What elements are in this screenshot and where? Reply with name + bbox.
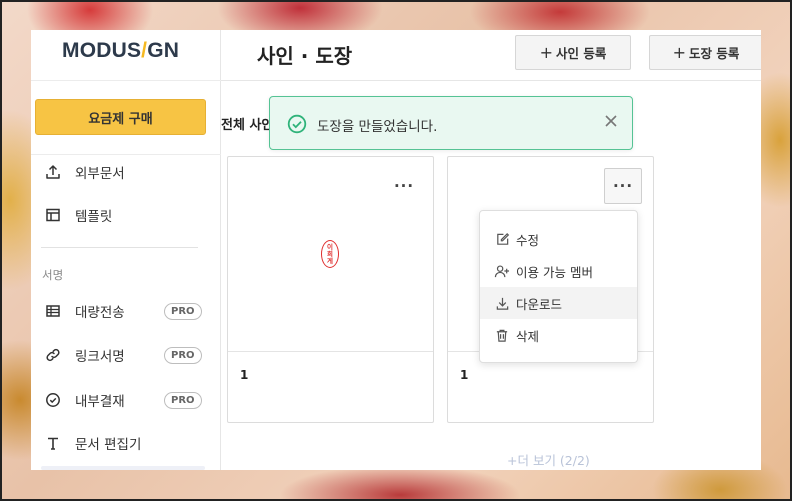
trash-icon (494, 327, 510, 343)
menu-item-edit[interactable]: 수정 (480, 223, 637, 255)
divider (31, 154, 221, 155)
plus-icon: + (672, 42, 687, 62)
add-sign-button[interactable]: + 사인 등록 (515, 35, 631, 70)
sidebar-item-external-docs[interactable]: 외부문서 (31, 157, 221, 187)
menu-item-download[interactable]: 다운로드 (480, 287, 637, 319)
template-icon (45, 207, 61, 223)
check-circle-icon (45, 392, 61, 408)
divider (41, 247, 198, 248)
logo-text-end: GN (147, 39, 180, 62)
context-menu: 수정 이용 가능 멤버 다운로드 삭제 (479, 210, 638, 363)
add-stamp-button[interactable]: + 도장 등록 (649, 35, 761, 70)
pro-badge: PRO (164, 391, 202, 409)
card-name: 1 (240, 368, 249, 382)
sidebar-item-internal-approval[interactable]: 내부결재 PRO (31, 385, 221, 415)
sidebar-item-link-sign[interactable]: 링크서명 PRO (31, 340, 221, 370)
page-title: 사인 · 도장 (257, 44, 353, 68)
stamp-card[interactable]: ··· 이 희 게 1 (227, 156, 434, 423)
sidebar-item-bulk-send[interactable]: 대량전송 PRO (31, 296, 221, 326)
text-icon (45, 435, 61, 451)
plus-icon: + (539, 42, 554, 62)
buy-plan-button[interactable]: 요금제 구매 (35, 99, 206, 135)
load-more-link[interactable]: +더 보기 (2/2) (507, 450, 590, 469)
sidebar-item-label: 링크서명 (75, 349, 125, 365)
more-options-button[interactable]: ··· (385, 168, 423, 204)
sidebar-item-label: 내부결재 (75, 394, 125, 410)
button-label: 도장 등록 (689, 46, 740, 61)
divider (31, 80, 221, 81)
more-options-button[interactable]: ··· (604, 168, 642, 204)
menu-item-label: 다운로드 (516, 296, 563, 312)
stamp-seal-image: 이 희 게 (321, 240, 339, 268)
success-toast: 도장을 만들었습니다. (269, 96, 633, 150)
page-header: 사인 · 도장 + 사인 등록 + 도장 등록 (221, 30, 761, 81)
sidebar-item-templates[interactable]: 템플릿 (31, 200, 221, 230)
edit-icon (494, 231, 510, 247)
card-preview: ··· 이 희 게 (228, 157, 433, 352)
table-icon (45, 303, 61, 319)
menu-item-label: 이용 가능 멤버 (516, 264, 593, 280)
sidebar: MODUS/GN 요금제 구매 외부문서 템플릿 서명 대량전송 PRO 링크서… (31, 30, 221, 470)
button-label: 사인 등록 (556, 46, 607, 61)
section-label: 서명 (42, 268, 64, 282)
menu-item-delete[interactable]: 삭제 (480, 319, 637, 351)
link-icon (45, 347, 61, 363)
sidebar-item-doc-editor[interactable]: 문서 편집기 (31, 428, 221, 458)
pro-badge: PRO (164, 302, 202, 320)
logo-text: MODUS (62, 39, 142, 62)
sidebar-active-indicator (41, 466, 205, 470)
sidebar-item-label: 대량전송 (75, 305, 125, 321)
seal-char: 게 (327, 256, 333, 265)
check-circle-icon (287, 114, 307, 134)
menu-item-label: 삭제 (516, 328, 540, 344)
sidebar-item-label: 템플릿 (75, 209, 113, 225)
card-name: 1 (460, 368, 469, 382)
sidebar-item-label: 외부문서 (75, 166, 125, 182)
logo[interactable]: MODUS/GN (62, 39, 179, 63)
menu-item-available-members[interactable]: 이용 가능 멤버 (480, 255, 637, 287)
upload-icon (45, 164, 61, 180)
menu-item-label: 수정 (516, 232, 540, 248)
close-icon[interactable] (603, 113, 619, 129)
pro-badge: PRO (164, 346, 202, 364)
download-icon (494, 295, 510, 311)
filter-label[interactable]: 전체 사인 (221, 114, 269, 133)
add-user-icon (494, 263, 510, 279)
sidebar-item-label: 문서 편집기 (75, 437, 142, 453)
toast-message: 도장을 만들었습니다. (317, 119, 438, 135)
